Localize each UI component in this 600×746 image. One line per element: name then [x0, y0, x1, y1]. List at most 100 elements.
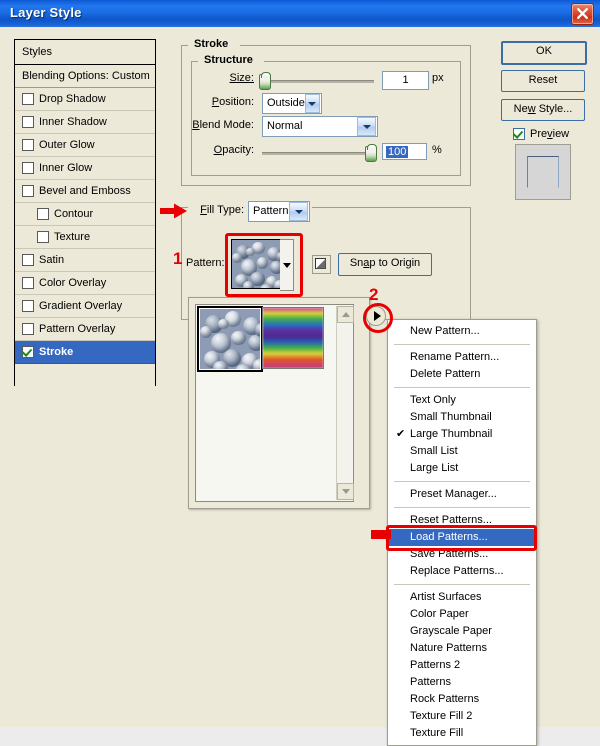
sidebar-item-gradient-overlay[interactable]: Gradient Overlay [15, 295, 155, 318]
rainbow-pattern-thumbnail [263, 308, 323, 368]
menu-item-reset-patterns[interactable]: Reset Patterns... [388, 512, 536, 529]
preview-checkbox[interactable] [513, 128, 525, 140]
menu-item-label: Patterns 2 [410, 659, 461, 671]
chevron-down-icon[interactable] [337, 483, 354, 500]
menu-item-label: Grayscale Paper [410, 625, 492, 637]
menu-item-load-patterns[interactable]: Load Patterns... [388, 529, 536, 546]
menu-item-patterns-2[interactable]: Patterns 2 [388, 657, 536, 674]
opacity-input[interactable]: 100 [382, 143, 427, 160]
menu-item-rename-pattern[interactable]: Rename Pattern... [388, 349, 536, 366]
pattern-context-menu: New Pattern... Rename Pattern... Delete Pa… [387, 319, 537, 746]
menu-item-small-list[interactable]: Small List [388, 443, 536, 460]
blending-options-item[interactable]: Blending Options: Custom [15, 65, 155, 88]
menu-item-save-patterns[interactable]: Save Patterns... [388, 546, 536, 563]
group-line-left [182, 45, 188, 46]
style-checkbox[interactable] [22, 162, 34, 174]
menu-item-large-thumbnail[interactable]: ✔ Large Thumbnail [388, 426, 536, 443]
menu-item-new-pattern[interactable]: New Pattern... [388, 323, 536, 340]
sidebar-item-stroke[interactable]: Stroke [15, 341, 155, 364]
pattern-picker-panel [188, 297, 370, 509]
menu-item-large-list[interactable]: Large List [388, 460, 536, 477]
menu-item-label: Texture Fill 2 [410, 710, 473, 722]
style-checkbox[interactable] [22, 346, 34, 358]
opacity-value: 100 [386, 146, 409, 158]
menu-item-small-thumbnail[interactable]: Small Thumbnail [388, 409, 536, 426]
position-label-text: Position: [211, 96, 254, 108]
preview-checkbox-row[interactable]: Preview [513, 128, 569, 140]
style-checkbox[interactable] [22, 116, 34, 128]
new-preset-icon[interactable] [312, 255, 331, 274]
blend-mode-select[interactable]: Normal [262, 116, 378, 137]
picker-scrollbar[interactable] [336, 306, 354, 500]
menu-separator [394, 584, 530, 585]
menu-item-texture-fill[interactable]: Texture Fill [388, 725, 536, 742]
sidebar-item-color-overlay[interactable]: Color Overlay [15, 272, 155, 295]
menu-item-color-paper[interactable]: Color Paper [388, 606, 536, 623]
structure-group: Structure Size: 1 px Position: Outside B… [191, 54, 461, 176]
size-slider-thumb[interactable] [259, 72, 271, 90]
position-select[interactable]: Outside [262, 93, 322, 114]
sidebar-item-texture[interactable]: Texture [15, 226, 155, 249]
sidebar-item-label: Gradient Overlay [39, 300, 123, 312]
style-checkbox[interactable] [22, 277, 34, 289]
new-style-button[interactable]: New Style... [501, 99, 585, 121]
sidebar-item-pattern-overlay[interactable]: Pattern Overlay [15, 318, 155, 341]
style-checkbox[interactable] [22, 323, 34, 335]
size-input[interactable]: 1 [382, 71, 429, 90]
group-line-left [192, 61, 198, 62]
style-checkbox[interactable] [22, 139, 34, 151]
style-checkbox[interactable] [37, 231, 49, 243]
sidebar-item-inner-shadow[interactable]: Inner Shadow [15, 111, 155, 134]
style-checkbox[interactable] [22, 185, 34, 197]
menu-item-text-only[interactable]: Text Only [388, 392, 536, 409]
style-checkbox[interactable] [37, 208, 49, 220]
pattern-dropdown-button[interactable] [280, 239, 294, 291]
sidebar-item-bevel-and-emboss[interactable]: Bevel and Emboss [15, 180, 155, 203]
menu-item-patterns[interactable]: Patterns [388, 674, 536, 691]
menu-item-label: Rename Pattern... [410, 351, 500, 363]
style-checkbox[interactable] [22, 254, 34, 266]
opacity-slider[interactable] [262, 144, 377, 162]
menu-item-preset-manager[interactable]: Preset Manager... [388, 486, 536, 503]
style-checkbox[interactable] [22, 300, 34, 312]
sidebar-item-contour[interactable]: Contour [15, 203, 155, 226]
pattern-swatch-rainbow[interactable] [262, 307, 324, 369]
menu-item-label: Rock Patterns [410, 693, 480, 705]
size-label: Size: [192, 72, 254, 84]
menu-separator [394, 387, 530, 388]
size-slider[interactable] [259, 72, 374, 90]
menu-item-label: Small List [410, 445, 458, 457]
sidebar-item-outer-glow[interactable]: Outer Glow [15, 134, 155, 157]
snap-to-origin-button[interactable]: Snap to Origin [338, 253, 432, 276]
chevron-down-icon[interactable] [304, 94, 320, 113]
menu-item-texture-fill-2[interactable]: Texture Fill 2 [388, 708, 536, 725]
pattern-menu-button[interactable] [366, 306, 386, 326]
opacity-unit: % [432, 144, 442, 156]
style-checkbox[interactable] [22, 93, 34, 105]
menu-item-grayscale-paper[interactable]: Grayscale Paper [388, 623, 536, 640]
sidebar-item-label: Pattern Overlay [39, 323, 116, 335]
chevron-up-icon[interactable] [337, 306, 354, 323]
sidebar-item-satin[interactable]: Satin [15, 249, 155, 272]
menu-item-replace-patterns[interactable]: Replace Patterns... [388, 563, 536, 580]
sidebar-item-inner-glow[interactable]: Inner Glow [15, 157, 155, 180]
sidebar-item-drop-shadow[interactable]: Drop Shadow [15, 88, 155, 111]
close-icon[interactable] [571, 3, 594, 25]
chevron-down-icon[interactable] [357, 117, 376, 136]
sidebar-item-label: Stroke [39, 346, 74, 358]
sidebar-item-label: Texture [54, 231, 91, 243]
menu-item-rock-patterns[interactable]: Rock Patterns [388, 691, 536, 708]
opacity-slider-thumb[interactable] [365, 144, 377, 162]
menu-item-artist-surfaces[interactable]: Artist Surfaces [388, 589, 536, 606]
preview-thumbnail [515, 144, 571, 200]
size-label-text: Size: [229, 72, 254, 84]
ok-button-label: OK [536, 45, 552, 57]
new-preset-glyph [315, 258, 326, 269]
menu-item-nature-patterns[interactable]: Nature Patterns [388, 640, 536, 657]
pattern-swatch-bubbles[interactable] [197, 306, 263, 372]
menu-item-delete-pattern[interactable]: Delete Pattern [388, 366, 536, 383]
ok-button[interactable]: OK [501, 41, 587, 65]
pattern-swatch[interactable] [231, 239, 281, 289]
menu-item-label: Texture Fill [410, 727, 464, 739]
reset-button[interactable]: Reset [501, 70, 585, 92]
